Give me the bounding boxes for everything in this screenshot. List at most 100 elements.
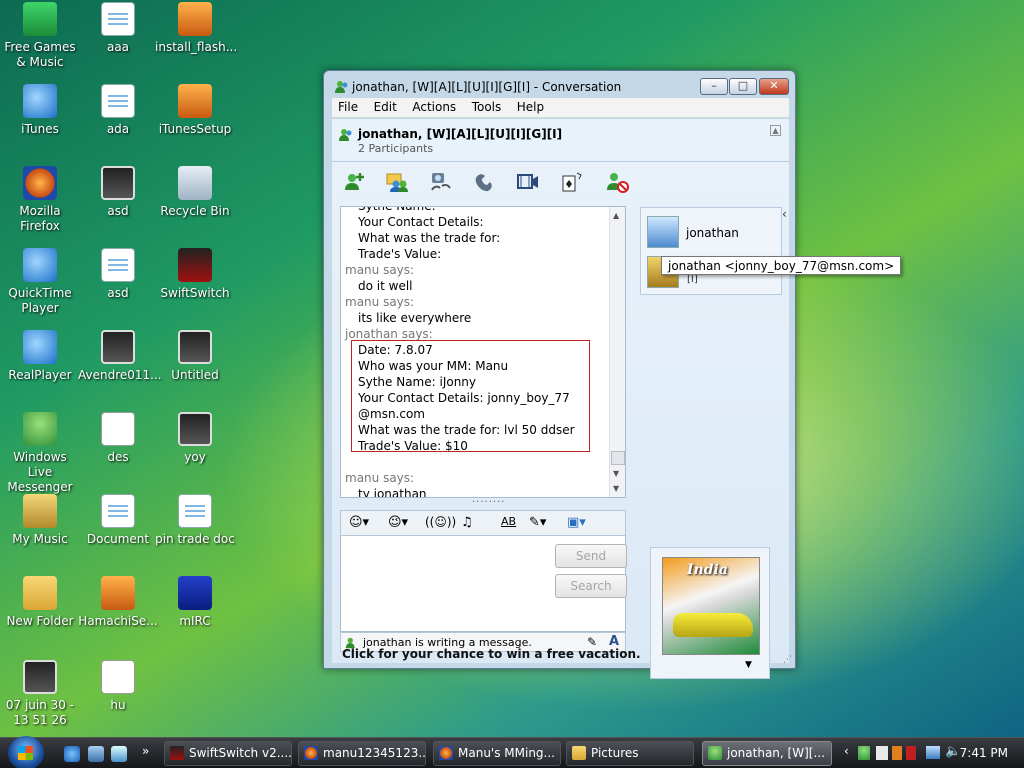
avatar[interactable] <box>647 216 679 248</box>
desktop-icon[interactable]: asd <box>78 166 158 219</box>
recycle-bin-icon <box>178 166 212 200</box>
taskbar-button[interactable]: Manu's MMing... <box>433 741 561 766</box>
close-button[interactable]: ✕ <box>759 78 789 95</box>
splitter-grip[interactable]: ········ <box>472 497 505 508</box>
desktop-icon[interactable]: aaa <box>78 2 158 55</box>
taskbar-button-label: jonathan, [W][... <box>727 746 825 760</box>
message-text: its like everywhere <box>358 311 472 325</box>
desktop-icon[interactable]: New Folder <box>0 576 80 629</box>
desktop-icon[interactable]: asd <box>78 248 158 301</box>
tray-app-icon[interactable] <box>906 746 916 760</box>
desktop-icon[interactable]: mIRC <box>155 576 235 629</box>
desktop-icon[interactable]: Untitled <box>155 330 235 383</box>
desktop-icon-label: RealPlayer <box>8 368 72 382</box>
desktop-icon-label: iTunes <box>21 122 59 136</box>
desktop-icon[interactable]: pin trade doc <box>155 494 235 547</box>
desktop-icon[interactable]: HamachiSe... <box>78 576 158 629</box>
desktop-icon[interactable]: SwiftSwitch <box>155 248 235 301</box>
scroll-thumb[interactable] <box>611 451 625 465</box>
participant-name[interactable]: [I] <box>687 274 698 285</box>
desktop-icon[interactable]: Windows Live Messenger <box>0 412 80 495</box>
nudge-icon[interactable]: ((☺)) <box>425 515 456 529</box>
desktop-icon[interactable]: Recycle Bin <box>155 166 235 219</box>
history-scrollbar[interactable]: ▲ ▼ ▼ <box>609 207 625 497</box>
quick-launch-overflow-icon[interactable]: » <box>142 744 149 758</box>
tray-expand-icon[interactable]: ‹ <box>844 744 849 758</box>
document-tray-icon[interactable] <box>876 746 888 760</box>
message-sender: manu says: <box>345 295 415 309</box>
network-icon[interactable] <box>926 746 940 759</box>
pin-icon[interactable]: ▲ <box>770 125 781 136</box>
taskbar-button[interactable]: jonathan, [W][... <box>702 741 832 766</box>
desktop-icon[interactable]: Document <box>78 494 158 547</box>
desktop-icon[interactable]: 07 juin 30 - 13 51 26 <box>0 660 80 728</box>
voice-clip-icon[interactable]: ♫ <box>461 515 473 530</box>
font-icon[interactable]: AB <box>501 515 516 528</box>
mirc-icon <box>178 576 212 610</box>
desktop-icon[interactable]: ada <box>78 84 158 137</box>
maximize-button[interactable]: □ <box>729 78 757 95</box>
block-contact-icon[interactable] <box>604 170 630 194</box>
display-picture[interactable]: India <box>662 557 760 655</box>
taskbar-button[interactable]: manu12345123... <box>298 741 426 766</box>
background-icon[interactable]: ✎▾ <box>529 515 546 530</box>
contact-tooltip: jonathan <jonny_boy_77@msn.com> <box>661 256 902 275</box>
desktop-icon-label: My Music <box>12 532 68 546</box>
invite-contact-icon[interactable] <box>342 170 368 194</box>
desktop-icon[interactable]: Avendre011... <box>78 330 162 383</box>
message-input[interactable]: Send Search <box>340 536 627 632</box>
call-icon[interactable] <box>472 170 498 194</box>
desktop-icon[interactable]: My Music <box>0 494 80 547</box>
messenger-icon <box>708 746 722 760</box>
desktop-icon[interactable]: install_flash... <box>155 2 237 55</box>
scroll-end-icon[interactable]: ▼ <box>613 484 619 493</box>
menu-bar: File Edit Actions Tools Help <box>332 98 789 118</box>
start-button[interactable] <box>8 736 44 768</box>
taskbar-button[interactable]: Pictures <box>566 741 694 766</box>
desktop-icon[interactable]: QuickTime Player <box>0 248 80 316</box>
desktop-icon[interactable]: hu <box>78 660 158 713</box>
video-call-icon[interactable] <box>428 170 454 194</box>
vlc-tray-icon[interactable] <box>892 746 902 760</box>
wink-icon[interactable]: 😉▾ <box>388 515 408 530</box>
search-button[interactable]: Search <box>555 574 627 598</box>
message-text: do it well <box>358 279 413 293</box>
emoticon-icon[interactable]: ☺▾ <box>349 515 369 530</box>
scroll-up-icon[interactable]: ▲ <box>613 211 619 220</box>
desktop-icon[interactable]: Free Games & Music <box>0 2 80 70</box>
chevron-down-icon[interactable]: ▼ <box>745 660 752 670</box>
resize-grip-icon[interactable]: ⋰ <box>783 655 792 665</box>
ink-icon[interactable]: ▣▾ <box>567 515 586 530</box>
games-icon[interactable] <box>560 170 586 194</box>
message-text: What was the trade for: <box>358 231 501 245</box>
car-image <box>673 613 753 637</box>
desktop-icon[interactable]: des <box>78 412 158 465</box>
menu-tools[interactable]: Tools <box>466 98 508 116</box>
menu-file[interactable]: File <box>332 98 364 116</box>
taskbar-button[interactable]: SwiftSwitch v2.... <box>164 741 292 766</box>
send-button[interactable]: Send <box>555 544 627 568</box>
ad-banner[interactable]: Click for your chance to win a free vaca… <box>342 647 641 661</box>
internet-explorer-icon[interactable] <box>64 746 80 762</box>
messenger-tray-icon[interactable] <box>858 746 870 760</box>
desktop-icon[interactable]: RealPlayer <box>0 330 80 383</box>
menu-help[interactable]: Help <box>511 98 550 116</box>
menu-actions[interactable]: Actions <box>406 98 462 116</box>
activities-icon[interactable] <box>515 170 541 194</box>
show-desktop-icon[interactable] <box>88 746 104 762</box>
participant-name[interactable]: jonathan <box>686 226 739 240</box>
menu-edit[interactable]: Edit <box>368 98 403 116</box>
message-history[interactable]: Sythe Name: Your Contact Details: What was… <box>340 206 626 498</box>
scroll-down-icon[interactable]: ▼ <box>613 469 619 478</box>
minimize-button[interactable]: – <box>700 78 728 95</box>
desktop-icon[interactable]: Mozilla Firefox <box>0 166 80 234</box>
desktop-icon[interactable]: iTunes <box>0 84 80 137</box>
clock[interactable]: 7:41 PM <box>960 746 1008 760</box>
desktop-icon[interactable]: yoy <box>155 412 235 465</box>
switch-windows-icon[interactable] <box>111 746 127 762</box>
desktop-icon[interactable]: iTunesSetup <box>155 84 235 137</box>
taskbar-button-label: SwiftSwitch v2.... <box>189 746 292 760</box>
collapse-panel-icon[interactable]: ‹ <box>782 207 790 233</box>
share-files-icon[interactable] <box>384 170 410 194</box>
desktop-icon-label: Document <box>86 532 150 546</box>
